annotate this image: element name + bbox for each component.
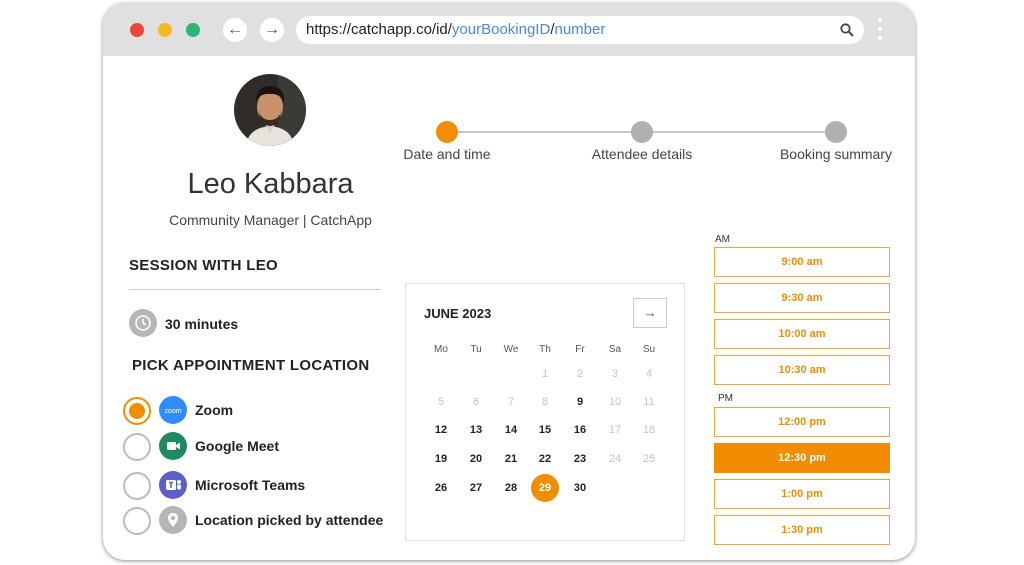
weekday-label: Th bbox=[539, 344, 551, 355]
calendar-day: 7 bbox=[507, 396, 515, 408]
calendar-day[interactable]: 13 bbox=[461, 418, 491, 442]
location-option[interactable]: Google Meet bbox=[123, 432, 383, 462]
calendar-day: 17 bbox=[608, 424, 622, 436]
calendar-day[interactable]: 12 bbox=[426, 418, 456, 442]
google-meet-icon bbox=[159, 432, 187, 460]
step-label: Date and time bbox=[403, 146, 491, 162]
location-option-label: Zoom bbox=[195, 402, 234, 418]
section-divider bbox=[129, 289, 381, 290]
url-base: https://catchapp.co/id/ bbox=[306, 21, 452, 38]
calendar-day[interactable]: 16 bbox=[565, 418, 595, 442]
location-option-label: Microsoft Teams bbox=[195, 477, 306, 493]
time-slot-button[interactable]: 10:30 am bbox=[714, 355, 890, 385]
zoom-icon: zoom bbox=[159, 396, 187, 424]
address-bar[interactable]: https://catchapp.co/id/yourBookingID/num… bbox=[296, 16, 864, 44]
location-option[interactable]: zoom Zoom bbox=[123, 396, 383, 426]
pm-label: PM bbox=[718, 393, 733, 404]
calendar-day[interactable]: 19 bbox=[426, 447, 456, 471]
calendar-day[interactable]: 27 bbox=[461, 476, 491, 500]
more-menu-icon[interactable] bbox=[877, 18, 883, 45]
location-radio[interactable] bbox=[123, 397, 151, 425]
location-option-label: Location picked by attendee bbox=[195, 512, 384, 528]
url-booking-id: yourBookingID bbox=[451, 21, 551, 38]
calendar-day[interactable]: 29 bbox=[531, 474, 559, 502]
calendar-day[interactable]: 26 bbox=[426, 476, 456, 500]
time-slot-button[interactable]: 9:00 am bbox=[714, 247, 890, 277]
calendar-day: 3 bbox=[611, 368, 619, 380]
session-title: SESSION WITH LEO bbox=[129, 257, 278, 274]
close-window-dot[interactable] bbox=[130, 23, 144, 37]
calendar-day[interactable]: 23 bbox=[565, 447, 595, 471]
weekday-label: Fr bbox=[575, 344, 585, 355]
step-dot[interactable] bbox=[631, 121, 653, 143]
calendar-day[interactable]: 15 bbox=[530, 418, 560, 442]
next-month-button[interactable]: → bbox=[633, 298, 667, 328]
calendar-day: 6 bbox=[472, 396, 480, 408]
weekday-label: Tu bbox=[470, 344, 482, 355]
calendar-day: 4 bbox=[645, 368, 653, 380]
calendar-day: 8 bbox=[541, 396, 549, 408]
location-radio[interactable] bbox=[123, 433, 151, 461]
calendar-day[interactable]: 22 bbox=[530, 447, 560, 471]
minimize-window-dot[interactable] bbox=[158, 23, 172, 37]
calendar-day[interactable]: 20 bbox=[461, 447, 491, 471]
step-dot[interactable] bbox=[825, 121, 847, 143]
weekday-label: We bbox=[503, 344, 519, 355]
time-slot-button[interactable]: 1:30 pm bbox=[714, 515, 890, 545]
calendar-day: 1 bbox=[541, 368, 549, 380]
maximize-window-dot[interactable] bbox=[186, 23, 200, 37]
calendar-month-label: JUNE 2023 bbox=[424, 306, 492, 321]
location-option[interactable]: Location picked by attendee bbox=[123, 506, 383, 536]
calendar-day[interactable]: 28 bbox=[496, 476, 526, 500]
calendar-day: 24 bbox=[608, 453, 622, 465]
time-slot-button[interactable]: 1:00 pm bbox=[714, 479, 890, 509]
calendar-day[interactable]: 30 bbox=[565, 476, 595, 500]
step-dot[interactable] bbox=[436, 121, 458, 143]
date-picker-calendar: JUNE 2023 → Mo Tu We Th Fr Sa Su 1 2 3 4 5 6 7 8 9 10 11 1… bbox=[405, 283, 685, 541]
host-avatar bbox=[234, 74, 306, 146]
host-role: Community Manager | CatchApp bbox=[169, 212, 372, 228]
weekday-label: Mo bbox=[434, 344, 448, 355]
location-radio[interactable] bbox=[123, 507, 151, 535]
calendar-day[interactable]: 14 bbox=[496, 418, 526, 442]
clock-icon bbox=[129, 309, 157, 337]
session-duration: 30 minutes bbox=[165, 316, 239, 332]
time-slot-button[interactable]: 9:30 am bbox=[714, 283, 890, 313]
step-label: Booking summary bbox=[779, 146, 893, 162]
microsoft-teams-icon bbox=[159, 471, 187, 499]
url-number: number bbox=[554, 21, 606, 38]
calendar-day: 18 bbox=[642, 424, 656, 436]
browser-toolbar: ← → https://catchapp.co/id/yourBookingID… bbox=[103, 3, 915, 56]
back-arrow-icon[interactable]: ← bbox=[223, 18, 247, 42]
am-label: AM bbox=[715, 234, 730, 245]
time-slot-button[interactable]: 12:30 pm bbox=[714, 443, 890, 473]
browser-window: ← → https://catchapp.co/id/yourBookingID… bbox=[103, 3, 915, 560]
calendar-day[interactable]: 21 bbox=[496, 447, 526, 471]
calendar-day: 2 bbox=[576, 368, 584, 380]
forward-arrow-icon[interactable]: → bbox=[260, 18, 284, 42]
location-option[interactable]: Microsoft Teams bbox=[123, 471, 383, 501]
search-icon[interactable] bbox=[840, 23, 854, 37]
location-section-title: PICK APPOINTMENT LOCATION bbox=[132, 357, 370, 374]
url-text: https://catchapp.co/id/yourBookingID/num… bbox=[306, 16, 605, 44]
location-radio[interactable] bbox=[123, 472, 151, 500]
time-slot-button[interactable]: 12:00 pm bbox=[714, 407, 890, 437]
location-option-label: Google Meet bbox=[195, 438, 280, 454]
calendar-day: 11 bbox=[643, 396, 655, 408]
calendar-day: 25 bbox=[642, 453, 656, 465]
calendar-day: 10 bbox=[608, 396, 622, 408]
weekday-label: Sa bbox=[608, 344, 622, 355]
svg-text:zoom: zoom bbox=[164, 408, 181, 415]
weekday-label: Su bbox=[642, 344, 656, 355]
time-slot-button[interactable]: 10:00 am bbox=[714, 319, 890, 349]
step-label: Attendee details bbox=[591, 146, 693, 162]
calendar-day[interactable]: 9 bbox=[565, 390, 595, 414]
location-pin-icon bbox=[159, 506, 187, 534]
calendar-day: 5 bbox=[437, 396, 445, 408]
host-name: Leo Kabbara bbox=[187, 168, 354, 200]
